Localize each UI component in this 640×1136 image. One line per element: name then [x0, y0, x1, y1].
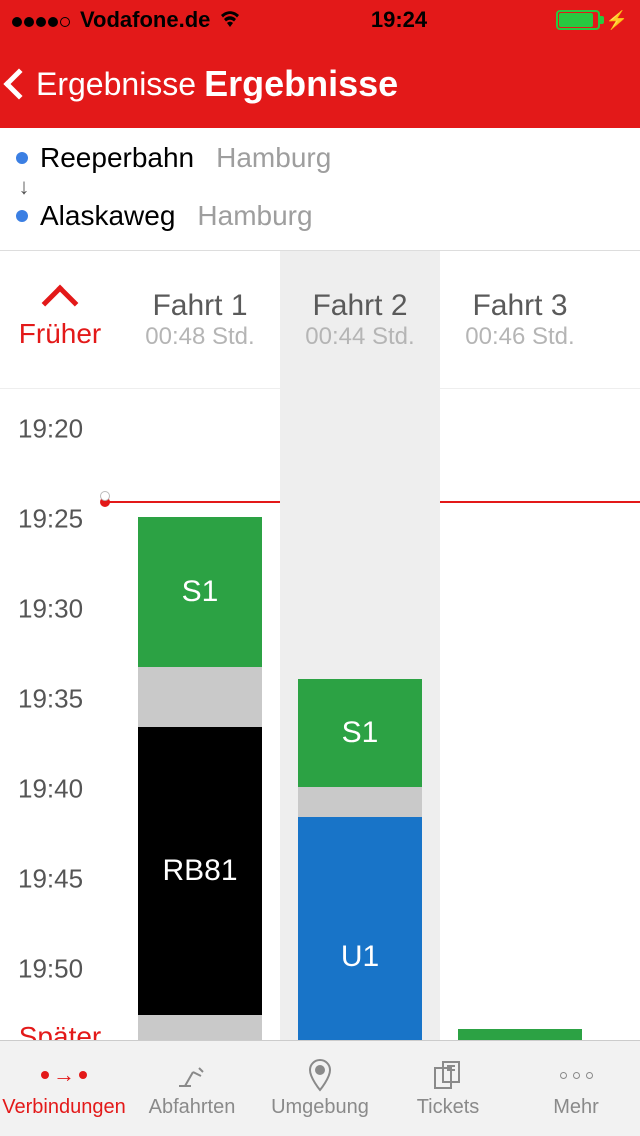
- tickets-icon: [431, 1058, 465, 1092]
- earlier-label: Früher: [19, 318, 101, 350]
- connections-icon: →: [41, 1058, 87, 1092]
- trip-duration: 00:46 Std.: [465, 323, 574, 351]
- page-title: Ergebnisse: [204, 63, 398, 105]
- time-tick: 19:25: [18, 504, 83, 535]
- trip-header-3[interactable]: Fahrt 3 00:46 Std.: [440, 251, 600, 388]
- segment-s1: S1: [298, 679, 422, 787]
- status-time: 19:24: [371, 7, 427, 33]
- time-tick: 19:45: [18, 864, 83, 895]
- tab-label: Verbindungen: [2, 1096, 125, 1119]
- tab-label: Umgebung: [271, 1096, 369, 1119]
- tab-tickets[interactable]: Tickets: [384, 1041, 512, 1136]
- trip-title: Fahrt 3: [472, 289, 567, 323]
- tab-bar: → Verbindungen Abfahrten Umgebung Ticket…: [0, 1040, 640, 1136]
- signal-strength-icon: [12, 7, 72, 33]
- origin-stop: Reeperbahn: [40, 142, 194, 174]
- segment-transfer: [138, 1015, 262, 1043]
- time-tick: 19:40: [18, 774, 83, 805]
- route-summary[interactable]: Reeperbahn Hamburg ↓ Alaskaweg Hamburg: [0, 128, 640, 251]
- origin-city: Hamburg: [216, 142, 331, 174]
- time-tick: 19:50: [18, 954, 83, 985]
- trip-lane-1[interactable]: S1 RB81 M21: [120, 389, 280, 1089]
- departures-icon: [175, 1058, 209, 1092]
- trip-duration: 00:44 Std.: [305, 323, 414, 351]
- origin-bullet-icon: [16, 152, 28, 164]
- tab-label: Mehr: [553, 1096, 599, 1119]
- charging-icon: ⚡: [606, 10, 628, 31]
- time-tick: 19:30: [18, 594, 83, 625]
- trip-lane-2[interactable]: S1 U1: [280, 389, 440, 1089]
- tab-label: Abfahrten: [149, 1096, 236, 1119]
- time-tick: 19:20: [18, 414, 83, 445]
- segment-transfer: [298, 787, 422, 817]
- tab-surroundings[interactable]: Umgebung: [256, 1041, 384, 1136]
- trip-header-1[interactable]: Fahrt 1 00:48 Std.: [120, 251, 280, 388]
- tab-more[interactable]: Mehr: [512, 1041, 640, 1136]
- back-label: Ergebnisse: [36, 66, 196, 103]
- tab-connections[interactable]: → Verbindungen: [0, 1041, 128, 1136]
- trip-header-2[interactable]: Fahrt 2 00:44 Std.: [280, 251, 440, 388]
- carrier-label: Vodafone.de: [80, 7, 210, 33]
- location-pin-icon: [307, 1058, 333, 1092]
- earlier-button[interactable]: Früher: [0, 251, 120, 388]
- destination-bullet-icon: [16, 210, 28, 222]
- tab-label: Tickets: [417, 1096, 480, 1119]
- segment-transfer: [138, 667, 262, 727]
- trip-title: Fahrt 2: [312, 289, 407, 323]
- nav-bar: Ergebnisse Ergebnisse: [0, 40, 640, 128]
- destination-stop: Alaskaweg: [40, 200, 175, 232]
- segment-s1: S1: [138, 517, 262, 667]
- trip-headers: Früher Fahrt 1 00:48 Std. Fahrt 2 00:44 …: [0, 251, 640, 389]
- back-button[interactable]: Ergebnisse: [8, 66, 196, 103]
- tab-departures[interactable]: Abfahrten: [128, 1041, 256, 1136]
- time-tick: 19:35: [18, 684, 83, 715]
- battery-icon: [556, 10, 600, 30]
- more-icon: [560, 1058, 593, 1092]
- chevron-left-icon: [3, 68, 34, 99]
- segment-rb81: RB81: [138, 727, 262, 1015]
- route-arrow-icon: ↓: [12, 174, 36, 200]
- wifi-icon: [218, 7, 242, 33]
- chevron-up-icon: [42, 284, 79, 321]
- trip-duration: 00:48 Std.: [145, 323, 254, 351]
- trip-title: Fahrt 1: [152, 289, 247, 323]
- trip-lane-3[interactable]: S1: [440, 389, 600, 1089]
- destination-city: Hamburg: [197, 200, 312, 232]
- timeline-chart[interactable]: 19:20 19:25 19:30 19:35 19:40 19:45 19:5…: [0, 389, 640, 1089]
- status-bar: Vodafone.de 19:24 ⚡: [0, 0, 640, 40]
